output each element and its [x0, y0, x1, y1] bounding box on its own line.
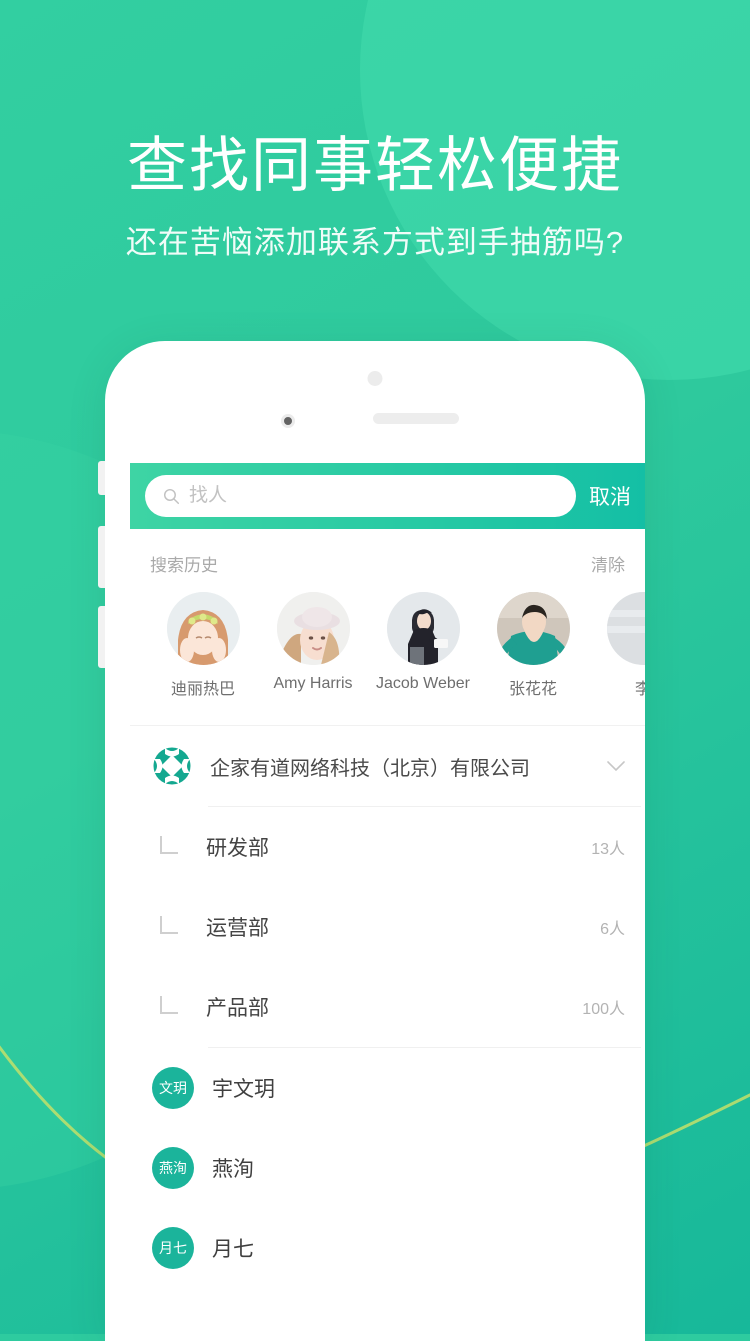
tree-branch-icon	[160, 996, 178, 1014]
avatar-photo-man-standing	[386, 592, 460, 665]
history-person-item[interactable]: Jacob Weber	[368, 592, 478, 699]
history-person-name: Jacob Weber	[376, 675, 470, 692]
search-header-bar: 取消	[130, 463, 645, 529]
contact-name: 宇文玥	[212, 1078, 275, 1101]
contact-row[interactable]: 月七 月七	[130, 1208, 645, 1288]
avatar	[386, 592, 460, 665]
phone-earpiece-speaker	[373, 413, 459, 424]
clear-history-button[interactable]: 清除	[591, 551, 625, 576]
phone-silent-switch	[98, 461, 105, 495]
contact-row[interactable]: 燕洵 燕洵	[130, 1128, 645, 1208]
avatar-photo-man-teal-sweater	[496, 592, 570, 665]
contact-name: 燕洵	[212, 1158, 254, 1181]
department-name: 研发部	[206, 837, 269, 860]
avatar: 文玥	[152, 1067, 194, 1109]
search-history-avatar-list[interactable]: 迪丽热巴 Amy Harris Jacob Weber 张花花 李	[130, 576, 645, 699]
avatar-photo-woman-flower-crown	[166, 592, 240, 665]
avatar-photo-partial	[606, 592, 645, 665]
avatar-photo-woman-hat	[276, 592, 350, 665]
search-icon	[163, 488, 180, 504]
avatar: 燕洵	[152, 1147, 194, 1189]
hero-section: 查找同事轻松便捷 还在苦恼添加联系方式到手抽筋吗?	[0, 132, 750, 262]
phone-screen: 取消 搜索历史 清除	[130, 463, 645, 1341]
phone-volume-up-button	[98, 526, 105, 588]
history-person-item[interactable]: 李	[588, 592, 645, 699]
contact-row[interactable]: 文玥 宇文玥	[130, 1048, 645, 1128]
history-person-item[interactable]: Amy Harris	[258, 592, 368, 699]
search-input[interactable]	[189, 485, 558, 507]
company-name: 企家有道网络科技（北京）有限公司	[210, 757, 530, 780]
phone-proximity-sensor-icon	[281, 414, 295, 428]
department-row[interactable]: 研发部 13人	[130, 807, 645, 887]
history-person-name: 迪丽热巴	[170, 681, 235, 698]
company-gear-logo-icon	[153, 747, 191, 785]
history-person-name: 李	[634, 681, 645, 698]
department-name: 运营部	[206, 917, 269, 940]
search-history-header: 搜索历史 清除	[130, 529, 645, 576]
phone-front-camera-icon	[367, 371, 383, 386]
hero-subtitle: 还在苦恼添加联系方式到手抽筋吗?	[125, 225, 625, 261]
department-name: 产品部	[206, 997, 269, 1020]
department-member-count: 13人	[591, 841, 625, 858]
department-row[interactable]: 运营部 6人	[130, 887, 645, 967]
cancel-button[interactable]: 取消	[576, 481, 645, 511]
tree-branch-icon	[160, 916, 178, 934]
avatar	[166, 592, 240, 665]
search-box[interactable]	[145, 475, 576, 517]
tree-branch-icon	[160, 836, 178, 854]
avatar	[276, 592, 350, 665]
avatar	[496, 592, 570, 665]
phone-volume-down-button	[98, 606, 105, 668]
hero-title: 查找同事轻松便捷	[127, 132, 623, 199]
search-history-title: 搜索历史	[150, 556, 218, 575]
chevron-down-icon[interactable]	[607, 760, 625, 772]
history-person-name: Amy Harris	[273, 675, 353, 692]
avatar: 月七	[152, 1227, 194, 1269]
history-person-item[interactable]: 张花花	[478, 592, 588, 699]
history-person-item[interactable]: 迪丽热巴	[148, 592, 258, 699]
department-member-count: 100人	[582, 1001, 625, 1018]
contact-name: 月七	[212, 1238, 254, 1261]
avatar	[606, 592, 645, 665]
department-row[interactable]: 产品部 100人	[130, 967, 645, 1047]
company-row[interactable]: 企家有道网络科技（北京）有限公司	[130, 726, 645, 806]
department-member-count: 6人	[600, 921, 625, 938]
phone-mockup: 取消 搜索历史 清除	[98, 341, 645, 1341]
history-person-name: 张花花	[508, 681, 557, 698]
history-section-divider	[130, 699, 645, 726]
